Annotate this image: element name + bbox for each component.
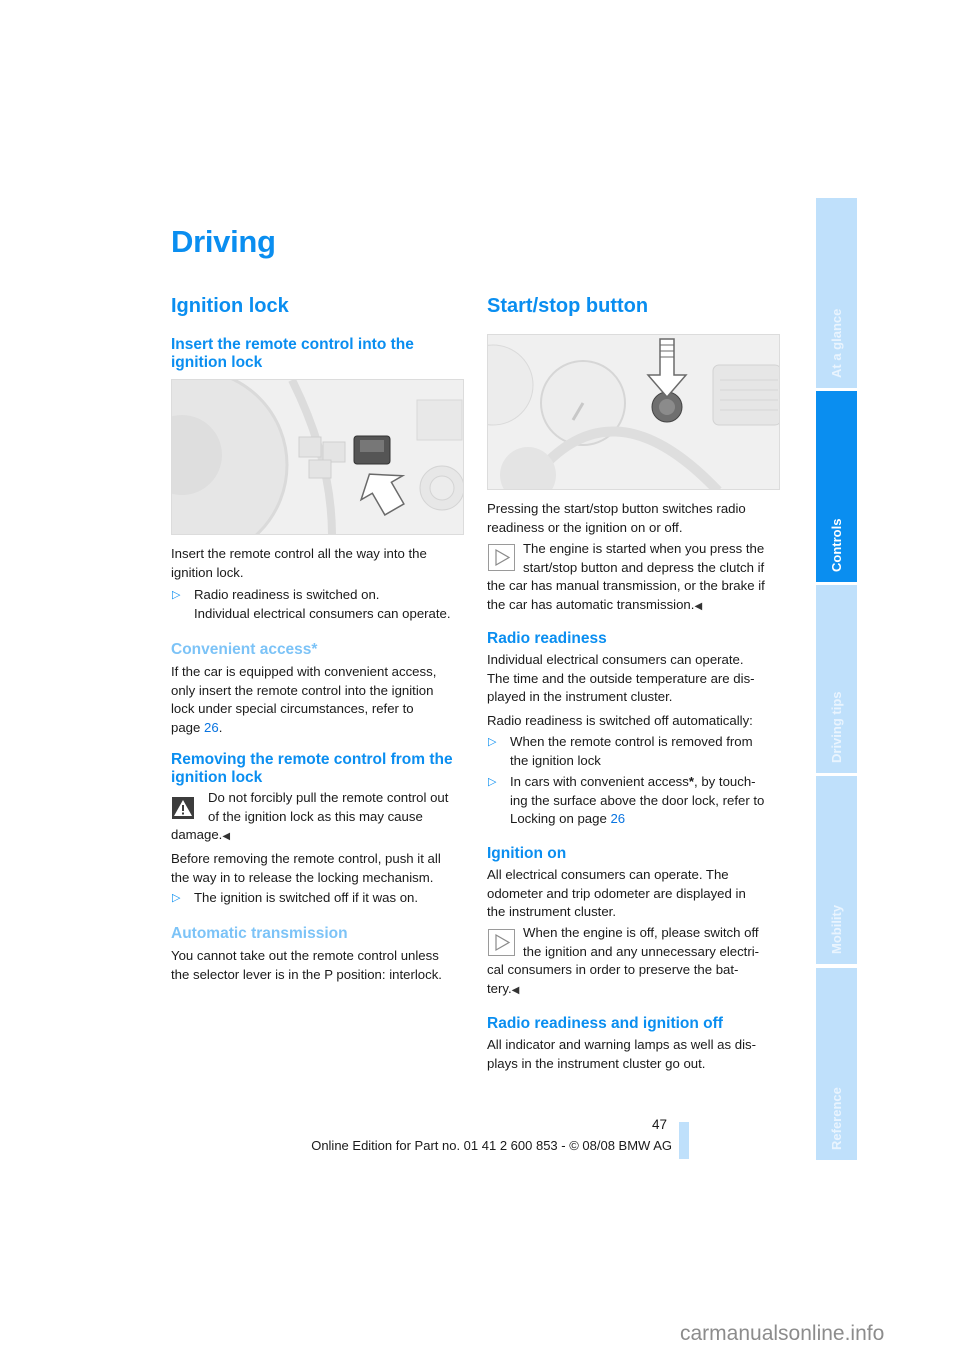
tab-mobility[interactable]: Mobility [816,776,857,964]
footer-edition-text: Online Edition for Part no. 01 41 2 600 … [311,1138,672,1153]
bullet-arrow-icon: ▷ [488,736,497,748]
text-line: Locking on page 26 [510,811,626,826]
page-link-26[interactable]: 26 [204,720,219,735]
heading-removing-remote: Removing the remote control from the ign… [171,751,453,787]
text-line: tery.◀ [487,980,520,996]
tab-label: Mobility [828,904,844,954]
dashboard-illustration [488,335,779,489]
end-mark-icon: ◀ [511,984,520,996]
text-line: the ignition lock [510,752,601,768]
text-line: cal consumers in order to preserve the b… [487,962,739,977]
watermark: carmanualsonline.info [680,1322,885,1345]
tab-label: Controls [828,518,844,572]
text-line: the way in to release the locking mechan… [171,869,434,885]
text-line: Individual electrical consumers can oper… [194,605,451,621]
page-marker [679,1122,689,1159]
heading-convenient-access: Convenient access* [171,641,318,658]
text-line: If the car is equipped with convenient a… [171,664,437,679]
text-line: When the engine is off, please switch of… [523,925,759,940]
list-item: ▷ In cars with convenient access*, by to… [488,773,783,829]
note-preserve-battery: When the engine is off, please switch of… [487,924,782,1000]
text-line: All indicator and warning lamps as well … [487,1037,756,1052]
text-line: odometer and trip odometer are displayed… [487,885,746,901]
heading-insert-remote: Insert the remote control into the ignit… [171,336,414,372]
text-line: You cannot take out the remote control u… [171,948,439,963]
list-item: ▷ When the remote control is removed fro… [488,733,783,771]
text-line: ing the surface above the door lock, ref… [510,792,765,808]
heading-line: Removing the remote control from the [171,751,453,768]
text-line: start/stop button and depress the clutch… [523,559,765,575]
tab-label: Driving tips [828,691,844,763]
note-engine-start: The engine is started when you press the… [487,540,782,616]
text-line: Insert the remote control all the way in… [171,546,427,561]
text-line: page 26. [171,719,223,735]
text-line: In cars with convenient access*, by touc… [510,774,756,789]
heading-line: Insert the remote control into the [171,336,414,353]
warning-text: Do not forcibly pull the remote control … [171,789,471,847]
bullet-arrow-icon: ▷ [172,892,181,904]
text-line: damage.◀ [171,827,231,842]
text-line: The engine is started when you press the [523,541,765,556]
list-item: ▷ Radio readiness is switched on. Indivi… [172,586,472,624]
text-line: The time and the outside temperature are… [487,670,755,686]
tab-driving-tips[interactable]: Driving tips [816,585,857,773]
text-line: the car has manual transmission, or the … [487,578,765,593]
page-title: Driving [171,224,276,259]
heading-ignition-on: Ignition on [487,845,567,862]
text-line: Individual electrical consumers can oper… [487,652,744,667]
paragraph-convenient-access: If the car is equipped with convenient a… [171,663,471,737]
text-line: When the remote control is removed from [510,734,753,749]
text-line: lock under special circumstances, refer … [171,701,414,716]
end-mark-icon: ◀ [694,600,703,612]
paragraph-radio-readiness: Individual electrical consumers can oper… [487,651,782,730]
tab-label: At a glance [828,308,844,378]
tab-at-a-glance[interactable]: At a glance [816,198,857,388]
text-line: of the ignition lock as this may cause [208,808,423,824]
text-line: Before removing the remote control, push… [171,851,441,866]
heading-radio-readiness-ignition-off: Radio readiness and ignition off [487,1015,723,1032]
page-number: 47 [652,1117,668,1132]
section-title-ignition-lock: Ignition lock [171,295,289,317]
paragraph-radio-readiness-ignition-off: All indicator and warning lamps as well … [487,1036,782,1073]
paragraph-removing: Before removing the remote control, push… [171,850,471,887]
tab-label: Reference [828,1087,844,1150]
text-line: ignition lock. [171,564,244,580]
section-title-start-stop-button: Start/stop button [487,295,649,317]
text-line: only insert the remote control into the … [171,682,434,698]
paragraph-ignition-on: All electrical consumers can operate. Th… [487,866,782,922]
bullet-arrow-icon: ▷ [488,776,497,788]
text-line: The ignition is switched off if it was o… [194,890,419,905]
paragraph-insert: Insert the remote control all the way in… [171,545,471,582]
steering-wheel-illustration [172,380,463,534]
bullet-arrow-icon: ▷ [172,589,181,601]
text-line: plays in the instrument cluster go out. [487,1055,706,1071]
heading-line: ignition lock [171,354,263,371]
heading-line: ignition lock [171,769,263,786]
tab-controls[interactable]: Controls [816,391,857,582]
tab-reference[interactable]: Reference [816,968,857,1160]
text-line: the instrument cluster. [487,904,617,919]
paragraph-start-stop-intro: Pressing the start/stop button switches … [487,500,782,537]
text-line: Pressing the start/stop button switches … [487,501,746,516]
heading-automatic-transmission: Automatic transmission [171,925,348,942]
page-link-26[interactable]: 26 [610,811,625,826]
end-mark-icon: ◀ [222,831,231,842]
text-line: the ignition and any unnecessary electri… [523,943,760,959]
text-line: Do not forcibly pull the remote control … [208,790,449,805]
text-line: All electrical consumers can operate. Th… [487,867,729,882]
figure-start-stop-button [487,334,780,490]
text-line: Radio readiness is switched off automati… [487,712,753,728]
figure-ignition-lock [171,379,464,535]
text-line: Radio readiness is switched on. [194,587,380,602]
text-line: readiness or the ignition on or off. [487,519,683,535]
text-line: the car has automatic transmission.◀ [487,596,703,612]
paragraph-automatic-transmission: You cannot take out the remote control u… [171,947,471,984]
text-line: the selector lever is in the P position:… [171,966,442,982]
list-item: ▷ The ignition is switched off if it was… [172,889,472,908]
heading-radio-readiness: Radio readiness [487,630,607,647]
text-line: played in the instrument cluster. [487,689,673,704]
